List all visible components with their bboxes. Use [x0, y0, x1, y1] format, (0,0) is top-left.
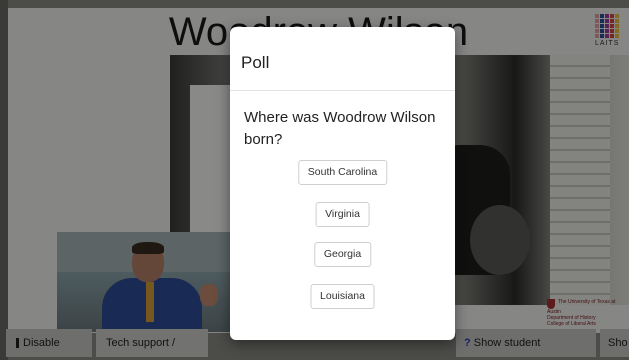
poll-modal: Poll Where was Woodrow Wilson born? Sout… — [230, 27, 455, 340]
lecture-stage: Woodrow Wilson LAITS The University of T… — [0, 0, 629, 360]
poll-title: Poll — [241, 53, 270, 72]
poll-option-louisiana[interactable]: Louisiana — [310, 284, 375, 309]
poll-header: Poll — [230, 27, 455, 91]
poll-option-georgia[interactable]: Georgia — [313, 242, 372, 267]
poll-option-virginia[interactable]: Virginia — [315, 202, 370, 227]
poll-option-south-carolina[interactable]: South Carolina — [297, 160, 388, 185]
poll-question: Where was Woodrow Wilson born? — [244, 109, 436, 148]
